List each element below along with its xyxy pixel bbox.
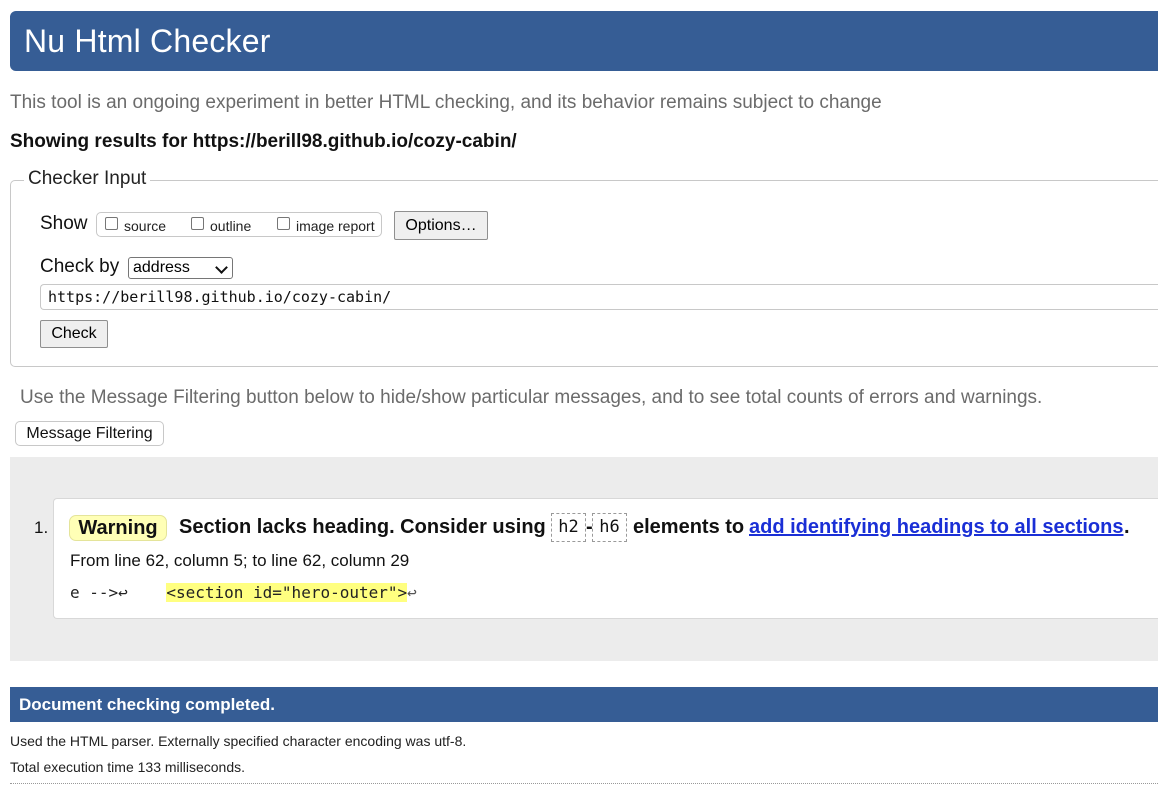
showing-results-heading: Showing results for https://berill98.git… [10, 131, 517, 152]
warning-badge: Warning [69, 515, 167, 541]
check-by-value: address [133, 259, 190, 276]
filter-note: Use the Message Filtering button below t… [20, 387, 1043, 408]
source-checkbox-label[interactable]: source [124, 218, 166, 234]
code-h6: h6 [592, 513, 627, 542]
code-h2: h2 [551, 513, 586, 542]
url-input[interactable]: https://berill98.github.io/cozy-cabin/ [40, 284, 1158, 310]
source-extract: e -->↩ <section id="hero-outer">↩ [70, 583, 417, 602]
message-filtering-button[interactable]: Message Filtering [15, 421, 164, 446]
checker-input-legend: Checker Input [24, 168, 151, 190]
headings-help-link[interactable]: add identifying headings to all sections [749, 516, 1124, 539]
message-text-end: . [1124, 516, 1130, 538]
message-location: From line 62, column 5; to line 62, colu… [70, 551, 410, 570]
intro-text: This tool is an ongoing experiment in be… [10, 92, 882, 113]
image-report-checkbox[interactable] [277, 217, 290, 230]
footer-divider [10, 783, 1158, 784]
options-button[interactable]: Options… [394, 211, 488, 240]
chevron-down-icon [215, 261, 228, 274]
message-number: 1. [34, 518, 49, 537]
completion-bar: Document checking completed. [10, 687, 1158, 722]
message-text-middle: elements to [633, 516, 745, 538]
message-text: Section lacks heading. Consider using [179, 516, 546, 538]
outline-checkbox[interactable] [191, 217, 204, 230]
extract-after: ↩ [407, 583, 417, 602]
check-by-select[interactable]: address [128, 257, 233, 279]
execution-time: Total execution time 133 milliseconds. [10, 759, 246, 775]
outline-checkbox-label[interactable]: outline [210, 218, 251, 234]
parser-note: Used the HTML parser. Externally specifi… [10, 733, 467, 749]
page-title: Nu Html Checker [24, 23, 271, 59]
extract-highlight: <section id="hero-outer"> [166, 583, 408, 602]
completion-text: Document checking completed. [19, 695, 275, 714]
extract-before: e -->↩ [70, 583, 167, 602]
check-button[interactable]: Check [40, 320, 108, 348]
image-report-checkbox-label[interactable]: image report [296, 218, 375, 234]
source-checkbox[interactable] [105, 217, 118, 230]
page-header: Nu Html Checker [10, 11, 1158, 71]
check-by-label: Check by [40, 256, 120, 277]
show-label: Show [40, 213, 88, 234]
